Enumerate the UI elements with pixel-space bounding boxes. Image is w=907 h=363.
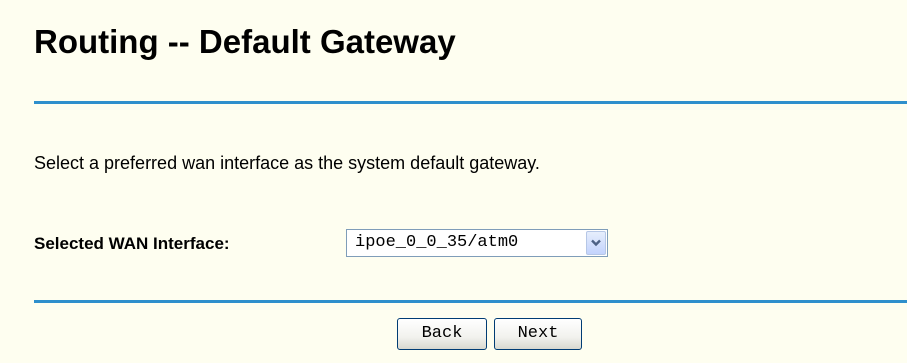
wan-interface-selected-value: ipoe_0_0_35/atm0 (355, 233, 519, 252)
chevron-down-icon (591, 239, 601, 247)
top-divider (34, 101, 907, 104)
next-button[interactable]: Next (494, 318, 582, 350)
page-title: Routing -- Default Gateway (34, 23, 456, 60)
dropdown-arrow-button[interactable] (586, 231, 606, 255)
wan-interface-label: Selected WAN Interface: (34, 234, 230, 253)
back-button[interactable]: Back (397, 318, 487, 350)
wan-interface-select[interactable]: ipoe_0_0_35/atm0 (346, 229, 608, 257)
bottom-divider (34, 300, 907, 303)
page-description: Select a preferred wan interface as the … (34, 153, 540, 173)
